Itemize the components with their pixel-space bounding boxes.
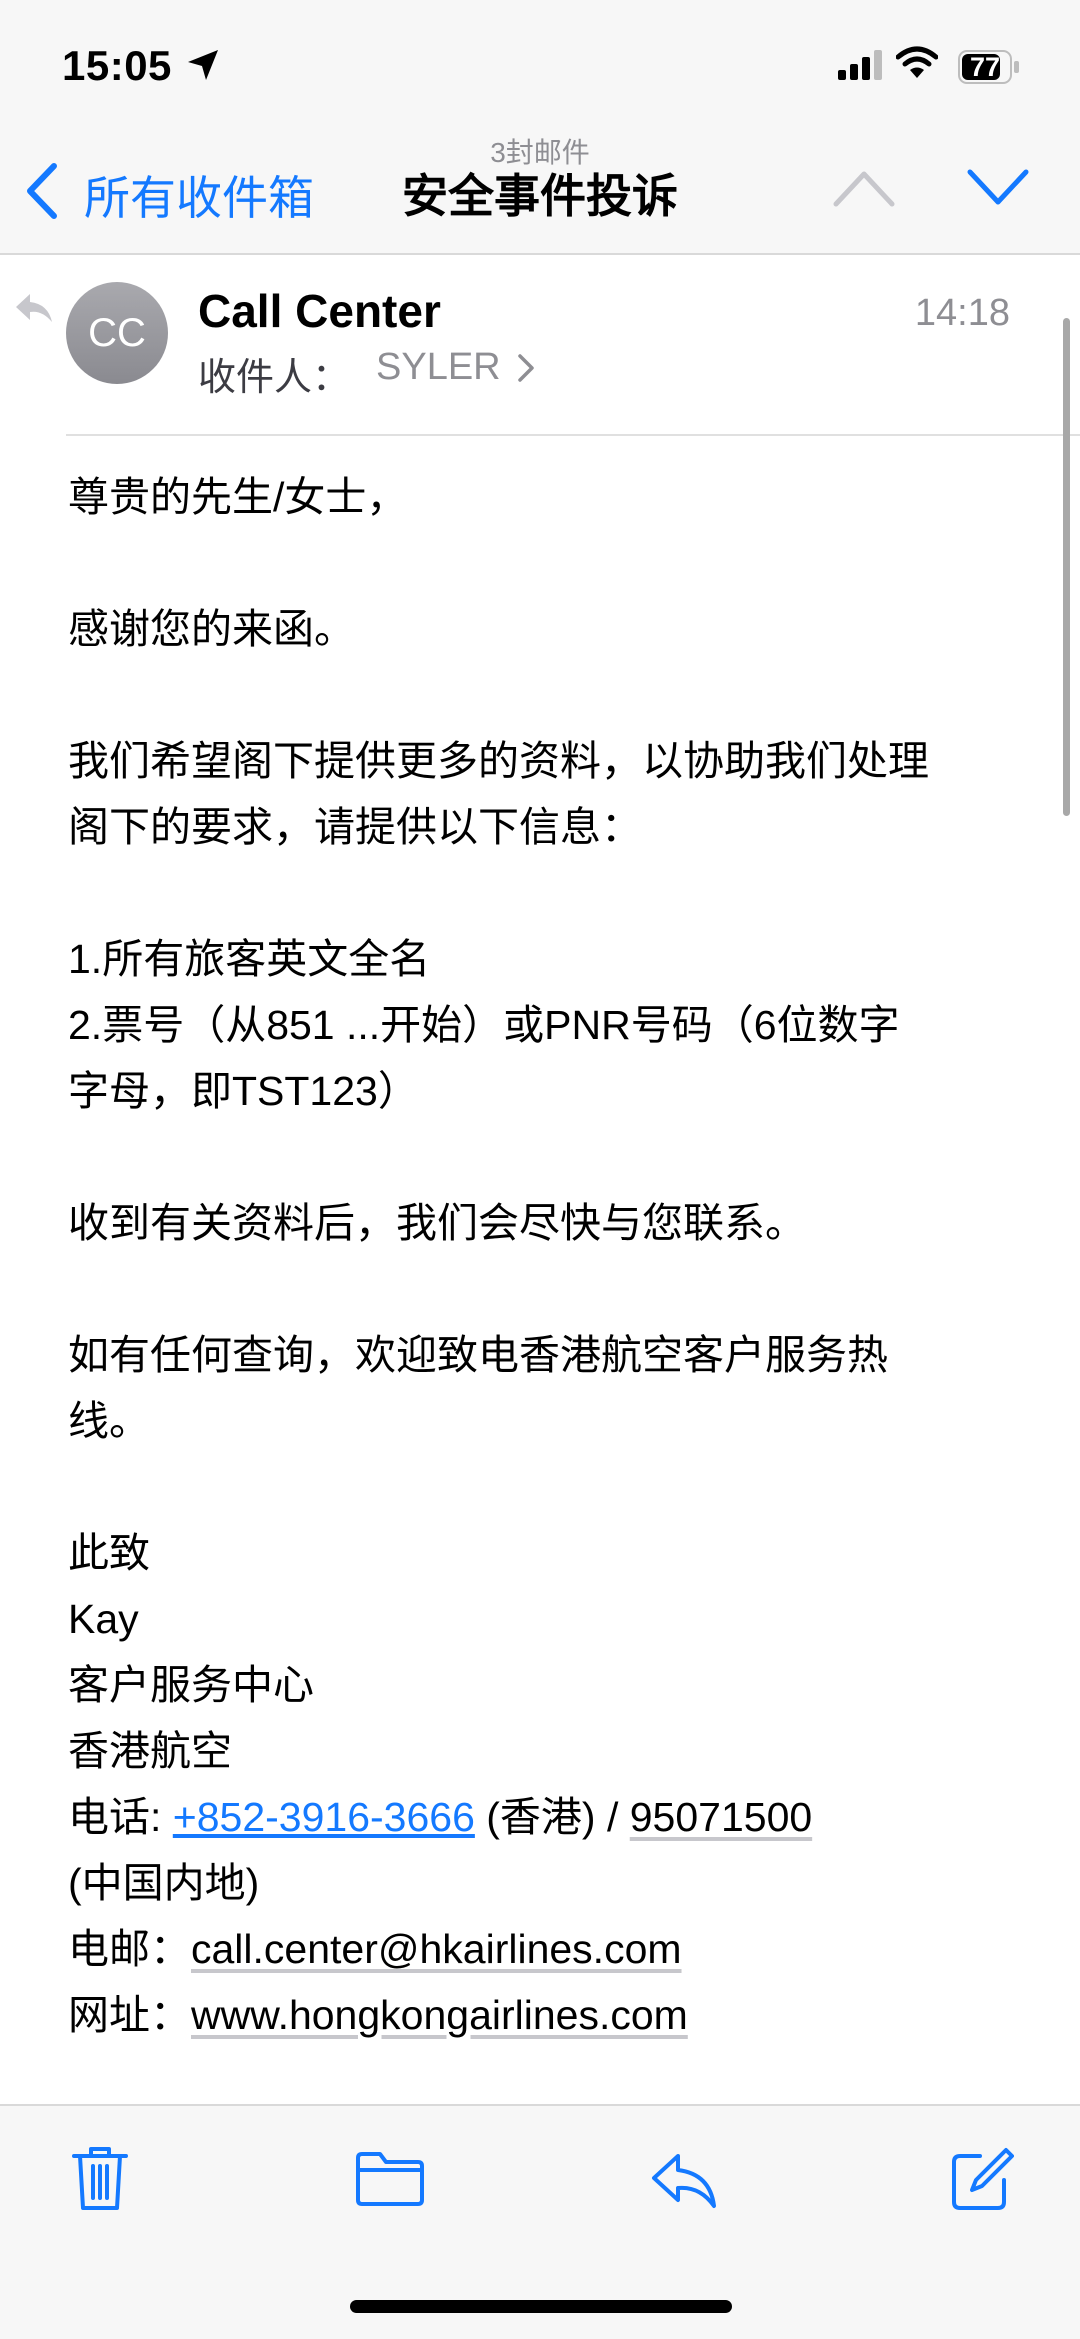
greeting: 尊贵的先生/女士， bbox=[68, 474, 408, 520]
thanks-text: 感谢您的来函。 bbox=[68, 606, 355, 652]
followup-text: 收到有关资料后，我们会尽快与您联系。 bbox=[68, 1200, 806, 1246]
message-body: 尊贵的先生/女士， 感谢您的来函。 我们希望阁下提供更多的资料，以协助我们处理 … bbox=[68, 464, 1028, 2048]
list-item-continued: 字母，即TST123） bbox=[68, 1068, 419, 1114]
closing: 此致 bbox=[68, 1530, 150, 1576]
list-item: 2.票号（从851 ...开始）或PNR号码（6位数字 bbox=[68, 1002, 900, 1048]
location-arrow-icon bbox=[188, 50, 218, 80]
mail-subject: 安全事件投诉 bbox=[402, 170, 678, 222]
email-label: 电邮： bbox=[68, 1926, 191, 1972]
battery-level: 77 bbox=[969, 52, 1001, 82]
list-item: 1.所有旅客英文全名 bbox=[68, 936, 431, 982]
phone-link-hk[interactable]: +852-3916-3666 bbox=[173, 1794, 475, 1840]
folder-icon[interactable] bbox=[354, 2150, 426, 2208]
website-link[interactable]: www.hongkongairlines.com bbox=[191, 1992, 688, 2038]
home-indicator[interactable] bbox=[350, 2300, 732, 2313]
replied-icon bbox=[16, 294, 52, 322]
email-line: 电邮：call.center@hkairlines.com bbox=[68, 1916, 1028, 1982]
compose-icon[interactable] bbox=[950, 2146, 1014, 2212]
request-text-line-2: 阁下的要求，请提供以下信息： bbox=[68, 804, 642, 850]
chevron-right-icon[interactable] bbox=[516, 352, 536, 384]
chevron-up-icon[interactable] bbox=[832, 168, 896, 208]
company-name: 香港航空 bbox=[68, 1728, 232, 1774]
to-label: 收件人： bbox=[198, 357, 351, 399]
website-line: 网址：www.hongkongairlines.com bbox=[68, 1982, 1028, 2048]
phone-line: 电话: +852-3916-3666 (香港) / 95071500 bbox=[68, 1784, 1028, 1850]
avatar: CC bbox=[66, 282, 168, 384]
status-time: 15:05 bbox=[62, 42, 172, 89]
phone-cn-suffix: (中国内地) bbox=[68, 1860, 260, 1906]
inquiry-text-line-2: 线。 bbox=[68, 1398, 150, 1444]
header-divider bbox=[66, 434, 1080, 436]
inquiry-text-line-1: 如有任何查询，欢迎致电香港航空客户服务热 bbox=[68, 1332, 888, 1378]
email-link[interactable]: call.center@hkairlines.com bbox=[191, 1926, 682, 1972]
trash-icon[interactable] bbox=[70, 2144, 130, 2212]
wifi-icon bbox=[896, 46, 938, 78]
sender-name[interactable]: Call Center bbox=[198, 284, 441, 338]
phone-link-cn[interactable]: 95071500 bbox=[630, 1794, 812, 1840]
website-label: 网址： bbox=[68, 1992, 191, 2038]
phone-label: 电话: bbox=[68, 1794, 173, 1840]
department: 客户服务中心 bbox=[68, 1662, 314, 1708]
mail-time: 14:18 bbox=[914, 292, 1010, 334]
request-text-line-1: 我们希望阁下提供更多的资料，以协助我们处理 bbox=[68, 738, 929, 784]
phone-hk-suffix: (香港) / bbox=[474, 1794, 630, 1840]
chevron-down-icon[interactable] bbox=[966, 168, 1030, 208]
agent-name: Kay bbox=[68, 1596, 139, 1642]
reply-icon[interactable] bbox=[650, 2152, 718, 2210]
recipient-name[interactable]: SYLER bbox=[376, 346, 501, 389]
cellular-signal-icon bbox=[838, 50, 882, 80]
scrollbar[interactable] bbox=[1063, 318, 1070, 816]
